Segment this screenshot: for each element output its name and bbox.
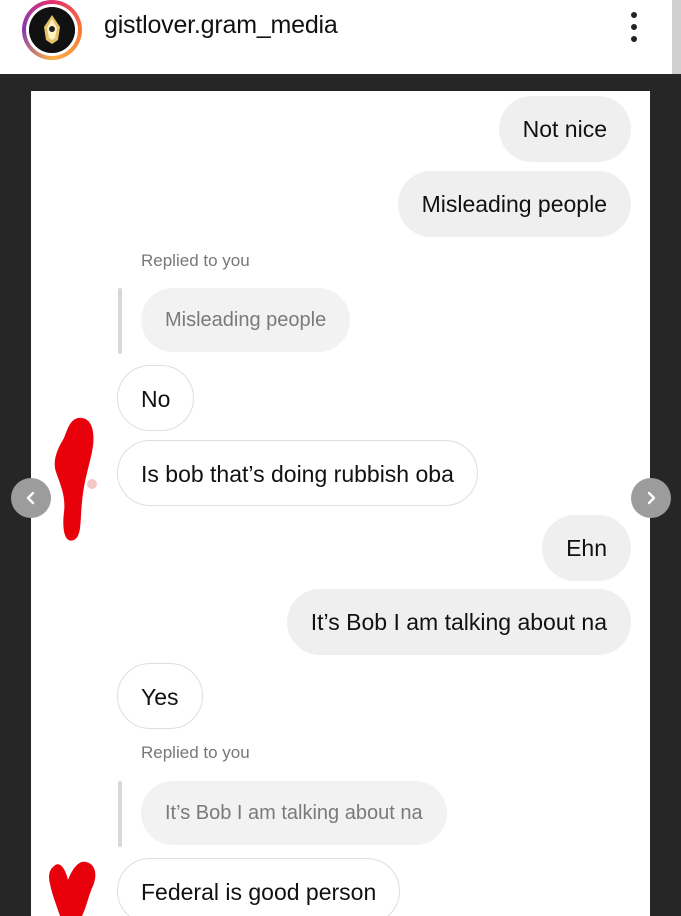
username[interactable]: gistlover.gram_media (104, 11, 338, 40)
message-bubble-sent: Not nice (498, 96, 631, 162)
profile-avatar[interactable] (22, 0, 82, 60)
quote-bar (118, 781, 122, 847)
message-bubble-sent: Ehn (542, 515, 631, 581)
scrollbar[interactable] (672, 0, 681, 74)
chevron-right-icon[interactable] (631, 478, 671, 518)
message-bubble-sent: It’s Bob I am talking about na (286, 589, 631, 655)
reply-label: Replied to you (141, 743, 250, 762)
redaction-mark (49, 861, 96, 916)
message-bubble-received: No (117, 365, 195, 431)
message-bubble-received: Federal is good person (117, 858, 401, 916)
message-bubble-sent: Misleading people (397, 171, 631, 237)
more-vertical-icon[interactable] (622, 10, 646, 44)
avatar-logo-icon (29, 7, 75, 53)
reply-label: Replied to you (141, 251, 250, 270)
message-bubble-received: Yes (117, 663, 203, 729)
instagram-post-screen: gistlover.gram_media Not nice Misleading… (0, 0, 681, 916)
quoted-message: It’s Bob I am talking about na (141, 781, 447, 845)
redaction-mark (54, 417, 97, 541)
message-bubble-received: Is bob that’s doing rubbish oba (117, 440, 478, 506)
quoted-message: Misleading people (141, 288, 351, 352)
quote-bar (118, 288, 122, 354)
avatar-image (29, 7, 75, 53)
chat-screenshot: Not nice Misleading people Replied to yo… (31, 91, 650, 916)
post-header: gistlover.gram_media (0, 0, 681, 74)
chevron-left-icon[interactable] (11, 478, 51, 518)
